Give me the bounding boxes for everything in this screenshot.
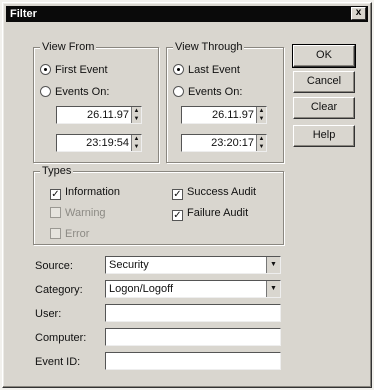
check-icon: ✓ (172, 189, 183, 200)
view-from-first-event-radio[interactable]: First Event (40, 63, 108, 77)
view-through-time-spinner[interactable]: ▲ ▼ (256, 135, 266, 151)
spin-down-icon[interactable]: ▼ (132, 143, 141, 151)
spin-up-icon[interactable]: ▲ (257, 107, 266, 115)
event-id-label: Event ID: (35, 356, 81, 368)
events-on-label: Events On: (188, 86, 243, 98)
success-audit-checkbox[interactable]: ✓ Success Audit (172, 185, 257, 200)
events-on-label: Events On: (55, 86, 110, 98)
computer-label: Computer: (35, 332, 87, 344)
information-label: Information (65, 186, 121, 198)
view-from-date-spinner[interactable]: ▲ ▼ (131, 107, 141, 123)
computer-field[interactable] (105, 328, 281, 346)
title-bar: Filter x (6, 6, 368, 22)
spin-down-icon[interactable]: ▼ (257, 143, 266, 151)
information-checkbox[interactable]: ✓ Information (50, 185, 121, 200)
error-checkbox: Error (50, 227, 89, 241)
check-icon: ✓ (172, 210, 183, 221)
checkbox-empty-icon (50, 207, 61, 218)
user-field[interactable] (105, 304, 281, 322)
check-icon: ✓ (50, 189, 61, 200)
types-label: Types (40, 165, 74, 177)
cancel-button[interactable]: Cancel (293, 71, 355, 93)
help-button[interactable]: Help (293, 125, 355, 147)
view-from-group: View From First Event Events On: 26.11.9… (33, 41, 159, 163)
clear-button[interactable]: Clear (293, 97, 355, 119)
spin-down-icon[interactable]: ▼ (257, 115, 266, 123)
types-group: Types ✓ Information Warning Error ✓ Succes… (33, 165, 284, 245)
event-id-field[interactable] (105, 352, 281, 370)
radio-unchecked-icon (40, 86, 51, 97)
view-from-date-spinbox[interactable]: 26.11.97 ▲ ▼ (56, 106, 142, 124)
window-title: Filter (10, 8, 37, 20)
user-label: User: (35, 308, 62, 320)
view-through-last-event-radio[interactable]: Last Event (173, 63, 240, 77)
view-from-events-on-radio[interactable]: Events On: (40, 85, 109, 99)
source-dropdown[interactable]: Security ▼ (105, 256, 281, 274)
view-from-label: View From (40, 41, 97, 53)
spin-up-icon[interactable]: ▲ (257, 135, 266, 143)
view-from-date-value: 26.11.97 (86, 109, 129, 121)
last-event-label: Last Event (188, 64, 240, 76)
ok-button[interactable]: OK (292, 44, 356, 68)
view-from-time-spinner[interactable]: ▲ ▼ (131, 135, 141, 151)
view-from-time-value: 23:19:54 (86, 137, 129, 149)
view-through-date-value: 26.11.97 (211, 109, 254, 121)
first-event-label: First Event (55, 64, 108, 76)
close-icon[interactable]: x (351, 7, 366, 20)
view-through-time-spinbox[interactable]: 23:20:17 ▲ ▼ (181, 134, 267, 152)
warning-label: Warning (65, 207, 106, 219)
spin-up-icon[interactable]: ▲ (132, 135, 141, 143)
failure-audit-label: Failure Audit (187, 207, 249, 219)
success-audit-label: Success Audit (187, 186, 257, 198)
warning-checkbox: Warning (50, 206, 106, 220)
view-through-date-spinner[interactable]: ▲ ▼ (256, 107, 266, 123)
failure-audit-checkbox[interactable]: ✓ Failure Audit (172, 206, 249, 221)
category-value: Logon/Logoff (109, 283, 174, 295)
view-through-events-on-radio[interactable]: Events On: (173, 85, 242, 99)
chevron-down-icon[interactable]: ▼ (266, 281, 280, 297)
radio-checked-icon (40, 64, 51, 75)
source-value: Security (109, 259, 149, 271)
filter-dialog: Filter x View From First Event Events On… (2, 2, 372, 388)
view-through-time-value: 23:20:17 (211, 137, 254, 149)
source-label: Source: (35, 260, 73, 272)
category-label: Category: (35, 284, 83, 296)
checkbox-empty-icon (50, 228, 61, 239)
view-from-time-spinbox[interactable]: 23:19:54 ▲ ▼ (56, 134, 142, 152)
spin-up-icon[interactable]: ▲ (132, 107, 141, 115)
error-label: Error (65, 228, 90, 240)
radio-checked-icon (173, 64, 184, 75)
view-through-label: View Through (173, 41, 245, 53)
category-dropdown[interactable]: Logon/Logoff ▼ (105, 280, 281, 298)
chevron-down-icon[interactable]: ▼ (266, 257, 280, 273)
view-through-group: View Through Last Event Events On: 26.11… (166, 41, 284, 163)
spin-down-icon[interactable]: ▼ (132, 115, 141, 123)
view-through-date-spinbox[interactable]: 26.11.97 ▲ ▼ (181, 106, 267, 124)
radio-unchecked-icon (173, 86, 184, 97)
